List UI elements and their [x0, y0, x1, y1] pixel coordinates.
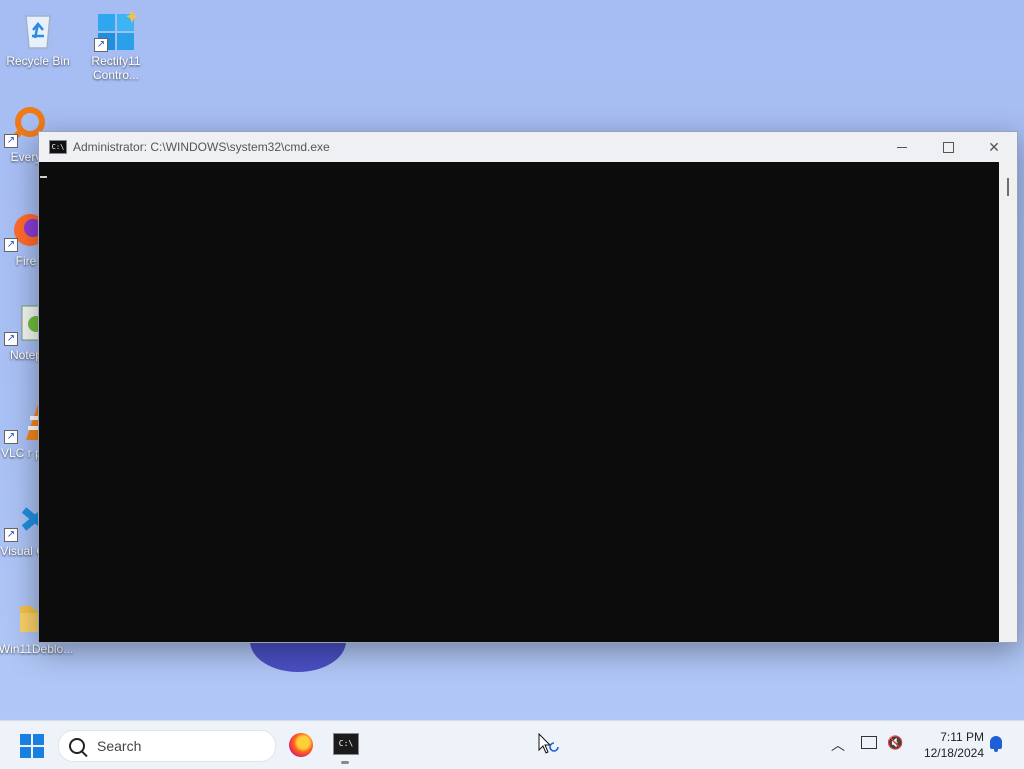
- clock-time: 7:11 PM: [940, 730, 984, 744]
- console-area[interactable]: [39, 162, 999, 642]
- shortcut-arrow-icon: ↗: [4, 134, 18, 148]
- maximize-button[interactable]: [925, 132, 971, 162]
- windows-logo-icon-part: [33, 747, 44, 758]
- show-hidden-icons-chevron-icon[interactable]: ︿: [831, 735, 845, 755]
- vertical-scrollbar[interactable]: [999, 162, 1017, 642]
- network-icon[interactable]: [861, 736, 877, 749]
- clock-date: 12/18/2024: [923, 746, 984, 760]
- system-clock[interactable]: 7:11 PM 12/18/2024: [912, 729, 984, 761]
- maximize-icon: [942, 141, 954, 153]
- desktop-icon-recycle-bin[interactable]: Recycle Bin: [0, 10, 76, 68]
- shortcut-arrow-icon: ↗: [4, 430, 18, 444]
- shortcut-arrow-icon: ↗: [4, 238, 18, 252]
- windows-logo-icon-part: [20, 747, 31, 758]
- volume-muted-icon[interactable]: 🔇: [887, 735, 903, 751]
- cmd-icon: C:\: [49, 140, 67, 154]
- window-controls: ✕: [879, 132, 1017, 162]
- close-button[interactable]: ✕: [971, 132, 1017, 162]
- windows-logo-icon-part: [33, 734, 44, 745]
- cmd-taskbar-icon[interactable]: C:\: [333, 733, 359, 755]
- search-placeholder: Search: [97, 738, 142, 754]
- scrollbar-thumb[interactable]: [1007, 178, 1009, 196]
- running-indicator: [341, 761, 349, 764]
- window-title: Administrator: C:\WINDOWS\system32\cmd.e…: [73, 140, 330, 154]
- text-cursor: [40, 176, 47, 178]
- close-icon: ✕: [988, 138, 1000, 155]
- cmd-window[interactable]: C:\ Administrator: C:\WINDOWS\system32\c…: [38, 131, 1018, 643]
- search-icon: [69, 738, 85, 754]
- taskbar-search-box[interactable]: Search: [58, 730, 276, 762]
- windows-logo-icon: [20, 734, 31, 745]
- taskbar: Search C:\ ︿ 🔇 7:11 PM 12/18/2024: [0, 720, 1024, 769]
- title-bar[interactable]: C:\ Administrator: C:\WINDOWS\system32\c…: [39, 132, 1017, 162]
- desktop-icon-label: Rectify11 Contro...: [91, 54, 141, 82]
- rectify11-control-icon: ↗: [94, 10, 138, 52]
- busy-pointer-icon: [538, 732, 560, 755]
- shortcut-arrow-icon: ↗: [94, 38, 108, 52]
- start-button[interactable]: [20, 734, 44, 758]
- notification-bell-icon[interactable]: [990, 736, 1002, 752]
- shortcut-arrow-icon: ↗: [4, 528, 18, 542]
- minimize-icon: [897, 146, 907, 148]
- firefox-taskbar-icon[interactable]: [289, 733, 313, 757]
- recycle-bin-icon: [18, 10, 58, 50]
- minimize-button[interactable]: [879, 132, 925, 162]
- desktop-icon-rectify11[interactable]: ↗ Rectify11 Contro...: [78, 10, 154, 82]
- shortcut-arrow-icon: ↗: [4, 332, 18, 346]
- desktop-icon-label: Win11Deblo...: [0, 642, 74, 656]
- desktop-icon-label: Recycle Bin: [6, 54, 70, 68]
